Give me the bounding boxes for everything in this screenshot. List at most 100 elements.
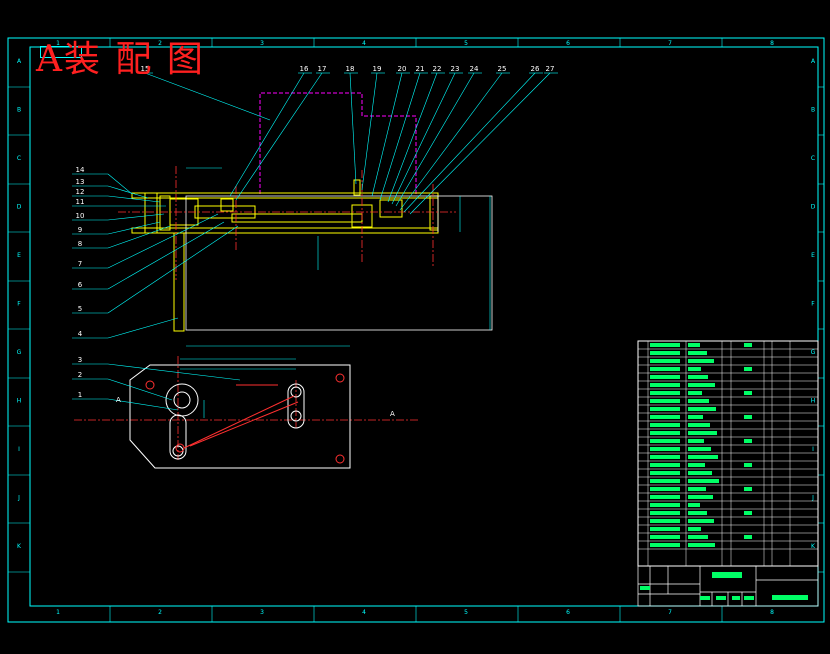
- table-row-mark: [688, 503, 700, 507]
- table-row-mark: [744, 439, 752, 443]
- zone-number-bottom: 5: [464, 609, 468, 616]
- table-row-mark: [688, 431, 717, 435]
- table-row-mark: [650, 367, 680, 371]
- table-row-mark: [688, 511, 707, 515]
- table-row-mark: [650, 383, 680, 387]
- callout-16: 16: [300, 65, 309, 73]
- table-row-mark: [650, 399, 680, 403]
- table-row-mark: [688, 495, 713, 499]
- view-marker-left: A: [116, 396, 121, 404]
- zone-letter-left: D: [17, 204, 22, 211]
- table-row-mark: [688, 423, 710, 427]
- table-row-mark: [650, 455, 680, 459]
- table-row-mark: [688, 487, 706, 491]
- callout-26: 26: [531, 65, 540, 73]
- assembly-drawing-sheet: 12345678 12345678 ABCDEFGHIJK ABCDEFGHIJ…: [0, 0, 830, 654]
- zone-number-top: 4: [362, 40, 366, 47]
- table-row-mark: [650, 479, 680, 483]
- zone-number-top: 8: [770, 40, 774, 47]
- table-row-mark: [650, 415, 680, 419]
- zone-letter-left: H: [17, 398, 22, 405]
- callout-7: 7: [78, 260, 82, 268]
- callout-4: 4: [78, 330, 83, 338]
- callout-25: 25: [498, 65, 507, 73]
- table-row-mark: [688, 359, 714, 363]
- callout-27: 27: [546, 65, 555, 73]
- table-row-mark: [688, 527, 701, 531]
- table-row-mark: [650, 407, 680, 411]
- callout-21: 21: [416, 65, 425, 73]
- callout-8: 8: [78, 240, 82, 248]
- callout-13: 13: [76, 178, 85, 186]
- table-row-mark: [650, 351, 680, 355]
- zone-letter-left: I: [18, 446, 20, 453]
- zone-number-top: 5: [464, 40, 468, 47]
- callout-9: 9: [78, 226, 82, 234]
- table-row-mark: [650, 519, 680, 523]
- table-row-mark: [744, 535, 752, 539]
- zone-letter-left: B: [17, 107, 21, 114]
- callout-3: 3: [78, 356, 82, 364]
- zone-letter-right: D: [811, 204, 816, 211]
- table-row-mark: [688, 455, 718, 459]
- table-row-mark: [688, 383, 715, 387]
- zone-letter-right: I: [812, 446, 814, 453]
- zone-letter-left: G: [17, 349, 22, 356]
- callout-22: 22: [433, 65, 442, 73]
- zone-number-top: 3: [260, 40, 264, 47]
- zone-letter-left: E: [17, 252, 21, 259]
- table-row-mark: [688, 463, 705, 467]
- callout-6: 6: [78, 281, 83, 289]
- table-row-mark: [688, 415, 703, 419]
- table-row-mark: [688, 351, 707, 355]
- zone-letter-right: C: [811, 155, 815, 162]
- callout-19: 19: [373, 65, 382, 73]
- table-row-mark: [650, 391, 680, 395]
- callout-1: 1: [78, 391, 82, 399]
- zone-letter-right: H: [811, 398, 816, 405]
- zone-number-top: 7: [668, 40, 672, 47]
- table-row-mark: [650, 359, 680, 363]
- table-row-mark: [688, 375, 708, 379]
- callout-17: 17: [318, 65, 327, 73]
- table-row-mark: [650, 343, 680, 347]
- zone-number-bottom: 6: [566, 609, 570, 616]
- table-row-mark: [650, 511, 680, 515]
- callout-23: 23: [451, 65, 460, 73]
- zone-letter-right: F: [811, 301, 815, 308]
- table-row-mark: [744, 367, 752, 371]
- table-row-mark: [744, 463, 752, 467]
- zone-letter-right: E: [811, 252, 815, 259]
- table-row-mark: [650, 535, 680, 539]
- table-row-mark: [688, 543, 715, 547]
- callout-5: 5: [78, 305, 82, 313]
- table-row-mark: [650, 495, 680, 499]
- table-row-mark: [744, 343, 752, 347]
- zone-letter-right: B: [811, 107, 815, 114]
- zone-number-top: 6: [566, 40, 570, 47]
- table-row-mark: [688, 399, 709, 403]
- table-row-mark: [688, 367, 701, 371]
- table-row-mark: [688, 519, 714, 523]
- table-row-mark: [688, 479, 719, 483]
- zone-letter-right: G: [811, 349, 816, 356]
- zone-number-bottom: 3: [260, 609, 264, 616]
- table-row-mark: [650, 471, 680, 475]
- table-row-mark: [650, 463, 680, 467]
- callout-2: 2: [78, 371, 82, 379]
- zone-letter-left: C: [17, 155, 21, 162]
- table-row-mark: [744, 391, 752, 395]
- zone-number-bottom: 1: [56, 609, 60, 616]
- table-row-mark: [650, 439, 680, 443]
- table-row-mark: [688, 439, 704, 443]
- callout-10: 10: [76, 212, 85, 220]
- drawing-title: A装 配 图: [36, 39, 205, 80]
- zone-number-bottom: 2: [158, 609, 162, 616]
- callout-24: 24: [470, 65, 479, 73]
- table-row-mark: [650, 503, 680, 507]
- table-row-mark: [688, 535, 708, 539]
- table-row-mark: [744, 511, 752, 515]
- callout-12: 12: [76, 188, 85, 196]
- table-row-mark: [650, 447, 680, 451]
- table-row-mark: [688, 407, 716, 411]
